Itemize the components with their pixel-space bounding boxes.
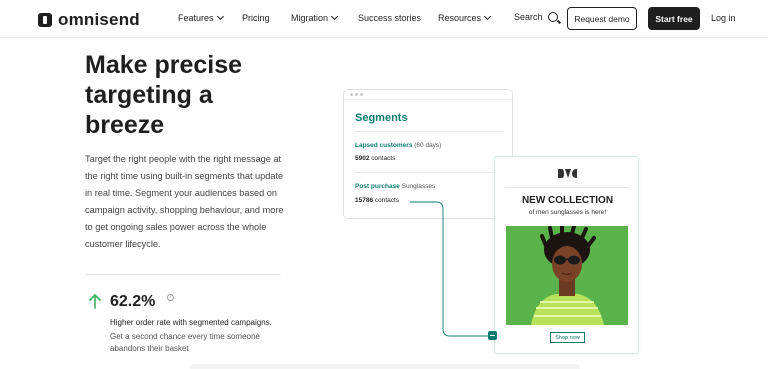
email-divider (505, 187, 630, 188)
connector-line (410, 201, 490, 337)
email-preview-card: NEW COLLECTION of men sunglasses is here… (494, 156, 639, 354)
email-subline: of men sunglasses is here! (528, 209, 607, 216)
bottom-fade (190, 364, 580, 369)
email-headline: NEW COLLECTION (521, 195, 614, 206)
model-photo (506, 226, 628, 325)
brand-logo-icon (558, 169, 577, 178)
model-illustration (506, 226, 628, 325)
shop-now-button[interactable]: Shop now (550, 332, 585, 343)
connector-arrow-icon (488, 331, 497, 340)
